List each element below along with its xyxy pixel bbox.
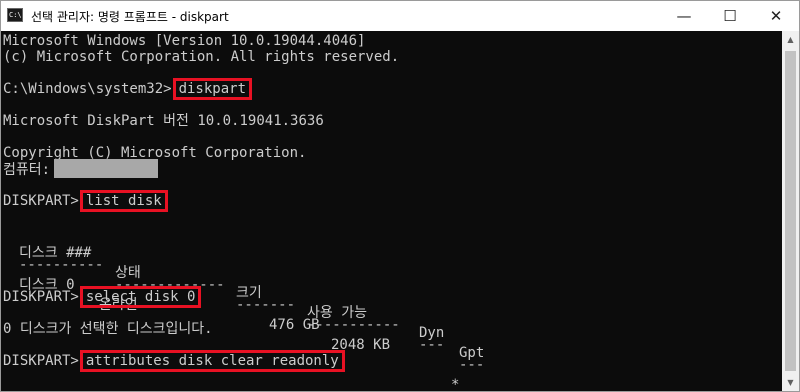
redacted-computer-name <box>54 159 159 178</box>
cmd-app-icon[interactable]: C:\. <box>7 8 23 22</box>
prompt-line: DISKPART> select disk 0 <box>3 286 202 308</box>
scroll-down-arrow-icon[interactable]: ▼ <box>782 374 799 391</box>
prompt-text: DISKPART> <box>3 353 79 369</box>
scrollbar-thumb[interactable] <box>785 51 796 371</box>
prompt-text: DISKPART> <box>3 289 79 305</box>
maximize-button[interactable]: ☐ <box>707 1 753 31</box>
minimize-button[interactable]: — <box>661 1 707 31</box>
vertical-scrollbar[interactable]: ▲ ▼ <box>782 31 799 391</box>
computer-label: 컴퓨터: <box>3 162 51 178</box>
command-attributes: attributes disk clear readonly <box>79 350 345 372</box>
disk-table-row: 디스크 0 온라인 476 GB 2048 KB * <box>3 255 459 391</box>
cell-size: 476 GB <box>269 317 320 333</box>
prompt-line: DISKPART> list disk <box>3 190 168 212</box>
console-line: Microsoft DiskPart 버전 10.0.19041.3636 <box>3 113 324 129</box>
underline-gpt: --- <box>459 357 485 373</box>
close-button[interactable]: ✕ <box>753 1 799 31</box>
command-prompt-window: C:\. 선택 관리자: 명령 프롬프트 - diskpart — ☐ ✕ Mi… <box>0 0 800 392</box>
prompt-text: DISKPART> <box>3 193 79 209</box>
prompt-line: DISKPART> attributes disk clear readonly <box>3 350 345 372</box>
prompt-line: C:\Windows\system32> diskpart <box>3 78 253 100</box>
command-list-disk: list disk <box>79 190 168 212</box>
console-line: (c) Microsoft Corporation. All rights re… <box>3 49 400 65</box>
prompt-text: C:\Windows\system32> <box>3 81 172 97</box>
console-line: 0 디스크가 선택한 디스크입니다. <box>3 321 213 337</box>
computer-name-line: 컴퓨터: <box>3 159 159 179</box>
disk-table-underline: ---------- ------------- ------- -------… <box>3 235 484 373</box>
underline-size: ------- <box>236 297 296 313</box>
underline-dyn: --- <box>419 337 445 353</box>
window-title: 선택 관리자: 명령 프롬프트 - diskpart <box>31 10 229 24</box>
underline-free: ----------- <box>307 317 400 333</box>
scroll-up-arrow-icon[interactable]: ▲ <box>782 31 799 48</box>
title-bar[interactable]: C:\. 선택 관리자: 명령 프롬프트 - diskpart — ☐ ✕ <box>1 1 799 32</box>
command-diskpart: diskpart <box>172 78 253 100</box>
command-select-disk: select disk 0 <box>79 286 202 308</box>
cell-gpt: * <box>451 377 460 391</box>
console-output[interactable]: Microsoft Windows [Version 10.0.19044.40… <box>1 31 782 391</box>
